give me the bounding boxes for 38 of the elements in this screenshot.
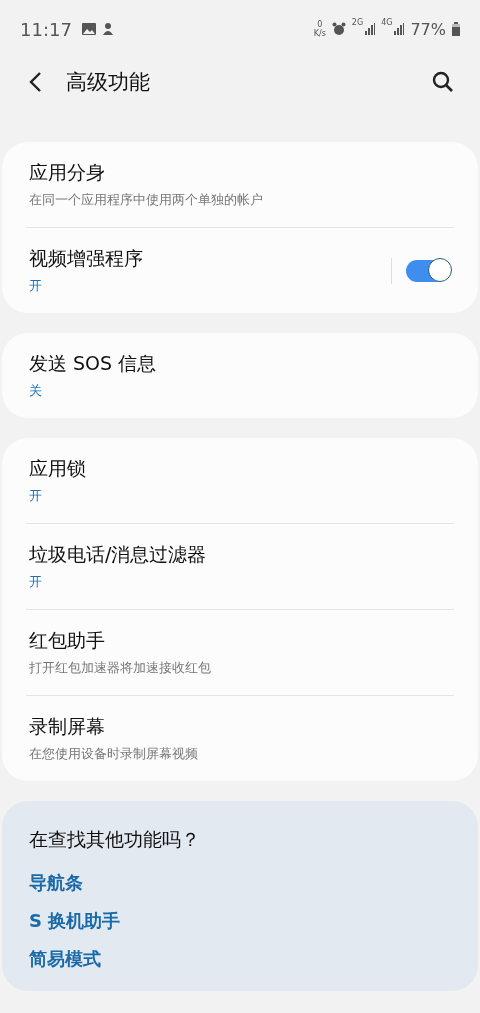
settings-item[interactable]: 垃圾电话/消息过滤器 开: [26, 524, 454, 610]
item-title: 红包助手: [29, 628, 106, 653]
settings-item[interactable]: 发送 SOS 信息 关: [26, 333, 454, 418]
settings-item[interactable]: 应用锁 开: [26, 438, 454, 524]
battery-level: 77%: [410, 19, 446, 39]
suggestion-link[interactable]: 导航条: [29, 871, 83, 895]
network-type: 4G: [381, 18, 393, 27]
page-title: 高级功能: [66, 69, 150, 96]
item-title: 应用锁: [29, 456, 87, 481]
item-title: 录制屏幕: [29, 714, 106, 739]
item-subtitle: 开: [29, 573, 43, 591]
suggestion-link[interactable]: S 换机助手: [29, 909, 121, 933]
settings-item[interactable]: 应用分身 在同一个应用程序中使用两个单独的帐户: [26, 142, 454, 228]
settings-item[interactable]: 录制屏幕 在您使用设备时录制屏幕视频: [26, 696, 454, 781]
back-icon[interactable]: [28, 71, 42, 93]
network-type: 2G: [351, 18, 364, 27]
battery-icon: [452, 22, 460, 36]
speed-value: 0: [317, 20, 323, 29]
item-subtitle: 打开红包加速器将加速接收红包: [29, 659, 212, 677]
signal-icon: [365, 23, 376, 35]
image-icon: [81, 23, 96, 35]
settings-item[interactable]: 红包助手 打开红包加速器将加速接收红包: [26, 610, 454, 696]
search-icon[interactable]: [432, 71, 454, 93]
speed-unit: K/s: [313, 29, 326, 38]
item-subtitle: 开: [29, 277, 43, 295]
item-title: 应用分身: [29, 160, 106, 185]
item-title: 发送 SOS 信息: [29, 351, 158, 376]
suggestion-link[interactable]: 简易模式: [29, 947, 101, 971]
item-subtitle: 在您使用设备时录制屏幕视频: [29, 745, 199, 763]
signal-icon: [394, 23, 405, 35]
item-subtitle: 开: [29, 487, 43, 505]
item-title: 垃圾电话/消息过滤器: [29, 542, 208, 567]
suggestions-title: 在查找其他功能吗？: [29, 827, 201, 852]
item-title: 视频增强程序: [29, 246, 144, 271]
status-time: 11:17: [20, 18, 72, 40]
item-subtitle: 在同一个应用程序中使用两个单独的帐户: [29, 191, 264, 209]
item-subtitle: 关: [29, 382, 43, 400]
settings-item[interactable]: 视频增强程序 开: [26, 228, 454, 313]
